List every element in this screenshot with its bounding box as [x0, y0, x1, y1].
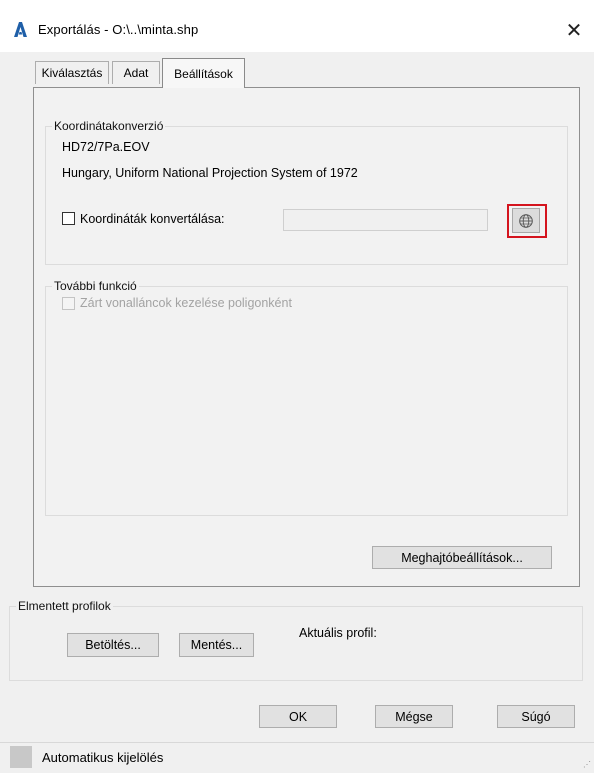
tab-data-label: Adat [123, 66, 149, 80]
convert-coordinates-checkbox[interactable] [62, 212, 75, 225]
load-profile-button[interactable]: Betöltés... [67, 633, 159, 657]
crs-description: Hungary, Uniform National Projection Sys… [62, 166, 358, 180]
more-functions-group: További funkció [45, 279, 568, 516]
saved-profiles-legend: Elmentett profilok [18, 599, 111, 613]
tab-settings-label: Beállítások [174, 66, 233, 81]
save-profile-button[interactable]: Mentés... [179, 633, 254, 657]
tab-selection[interactable]: Kiválasztás [35, 61, 109, 84]
closed-polylines-checkbox[interactable] [62, 297, 75, 310]
more-functions-legend: További funkció [54, 279, 137, 293]
status-text: Automatikus kijelölés [42, 750, 164, 765]
coordinate-conversion-legend: Koordinátakonverzió [54, 119, 164, 133]
close-button[interactable]: ✕ [556, 12, 592, 48]
window-title: Exportálás - O:\..\minta.shp [38, 22, 199, 37]
driver-settings-label: Meghajtóbeállítások... [401, 550, 523, 565]
resize-grip-icon[interactable]: ⋰ [583, 760, 591, 769]
tab-settings[interactable]: Beállítások [162, 58, 245, 88]
select-crs-button[interactable] [512, 208, 540, 233]
help-button[interactable]: Súgó [497, 705, 575, 728]
tab-selection-label: Kiválasztás [41, 66, 103, 80]
closed-polylines-label: Zárt vonalláncok kezelése poligonként [80, 296, 292, 310]
status-indicator [10, 746, 32, 768]
help-label: Súgó [521, 709, 551, 724]
target-crs-field[interactable] [283, 209, 488, 231]
convert-coordinates-label: Koordináták konvertálása: [80, 212, 225, 226]
load-profile-label: Betöltés... [85, 638, 141, 652]
title-bar: Exportálás - O:\..\minta.shp ✕ [0, 0, 594, 52]
current-profile-label: Aktuális profil: [299, 626, 377, 640]
app-logo-icon [14, 22, 27, 37]
cancel-label: Mégse [395, 709, 433, 724]
crs-code: HD72/7Pa.EOV [62, 140, 150, 154]
cancel-button[interactable]: Mégse [375, 705, 453, 728]
save-profile-label: Mentés... [190, 638, 243, 652]
globe-icon [519, 213, 533, 228]
export-dialog: Exportálás - O:\..\minta.shp ✕ Kiválaszt… [0, 0, 594, 773]
tab-data[interactable]: Adat [112, 61, 160, 84]
ok-label: OK [288, 709, 308, 724]
driver-settings-button[interactable]: Meghajtóbeállítások... [372, 546, 552, 569]
ok-button[interactable]: OK [259, 705, 337, 728]
close-icon: ✕ [565, 19, 583, 42]
